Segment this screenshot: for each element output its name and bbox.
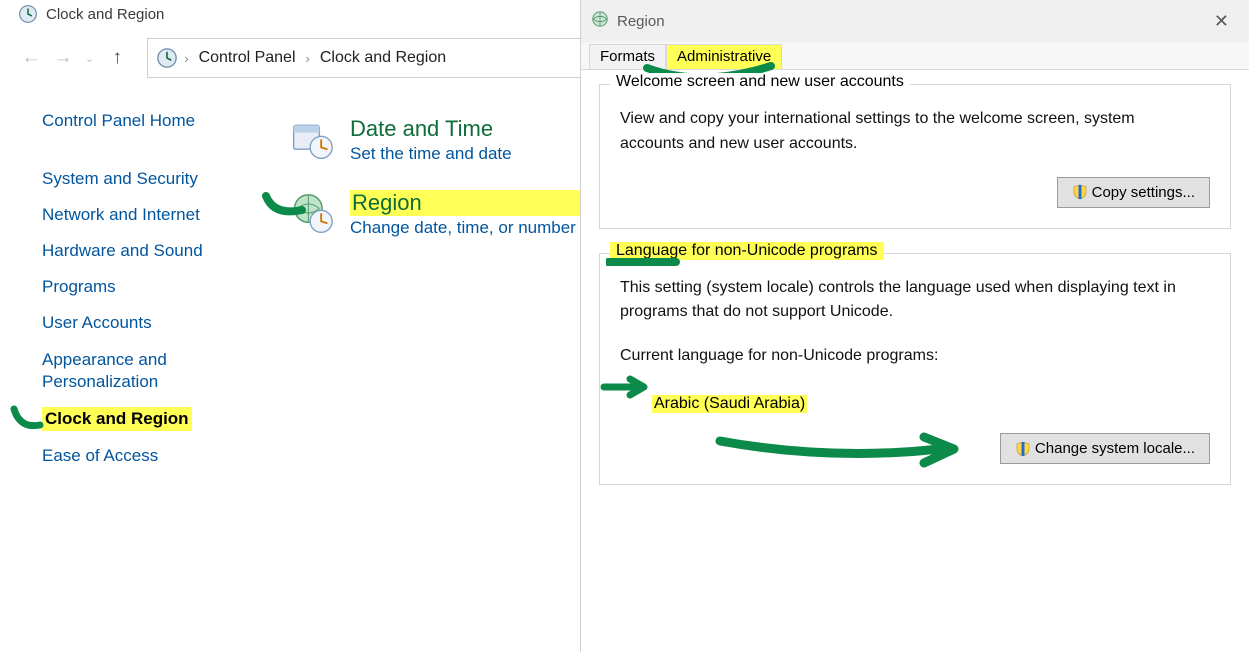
dialog-titlebar: Region ✕ <box>581 0 1249 42</box>
close-button[interactable]: ✕ <box>1206 7 1237 36</box>
clock-icon <box>18 4 38 24</box>
globe-icon <box>591 10 609 32</box>
current-locale-value: Arabic (Saudi Arabia) <box>652 395 807 413</box>
cp-window-title: Clock and Region <box>46 6 164 23</box>
clock-icon <box>156 47 178 69</box>
sidebar-item-network[interactable]: Network and Internet <box>42 204 290 226</box>
calendar-clock-icon <box>290 118 334 162</box>
breadcrumb-item[interactable]: Control Panel <box>195 43 300 73</box>
group-non-unicode: Language for non-Unicode programs This s… <box>599 253 1231 486</box>
sidebar-item-appearance[interactable]: Appearance and Personalization <box>42 349 222 393</box>
nav-history-caret[interactable]: ⌄ <box>82 52 97 65</box>
change-system-locale-button[interactable]: Change system locale... <box>1000 433 1210 464</box>
group-description: This setting (system locale) controls th… <box>620 276 1180 326</box>
button-label: Change system locale... <box>1035 440 1195 457</box>
uac-shield-icon <box>1015 441 1031 457</box>
nav-forward-button[interactable]: → <box>50 45 76 71</box>
sidebar-item-system-security[interactable]: System and Security <box>42 168 290 190</box>
group-legend: Welcome screen and new user accounts <box>610 73 910 91</box>
group-legend: Language for non-Unicode programs <box>610 242 884 260</box>
sidebar-item-clock-region[interactable]: Clock and Region <box>42 407 192 431</box>
group-welcome-screen: Welcome screen and new user accounts Vie… <box>599 84 1231 229</box>
group-description: View and copy your international setting… <box>620 107 1180 157</box>
item-title[interactable]: Date and Time <box>350 116 512 142</box>
chevron-right-icon: › <box>184 51 188 66</box>
locale-sublabel: Current language for non-Unicode program… <box>620 347 1210 365</box>
copy-settings-button[interactable]: Copy settings... <box>1057 177 1210 208</box>
sidebar-item-hardware[interactable]: Hardware and Sound <box>42 240 290 262</box>
breadcrumb-item[interactable]: Clock and Region <box>316 43 450 73</box>
sidebar-item-ease[interactable]: Ease of Access <box>42 445 290 467</box>
sidebar-item-programs[interactable]: Programs <box>42 276 290 298</box>
uac-shield-icon <box>1072 184 1088 200</box>
tab-administrative[interactable]: Administrative <box>666 44 782 69</box>
sidebar: Control Panel Home System and Security N… <box>0 110 290 467</box>
nav-up-button[interactable]: ↑ <box>103 44 131 72</box>
region-dialog: Region ✕ Formats Administrative Welcome … <box>580 0 1249 652</box>
tab-panel-administrative: Welcome screen and new user accounts Vie… <box>581 70 1249 652</box>
sidebar-item-users[interactable]: User Accounts <box>42 312 290 334</box>
chevron-right-icon: › <box>306 51 310 66</box>
nav-back-button[interactable]: ← <box>18 45 44 71</box>
tabstrip: Formats Administrative <box>581 42 1249 70</box>
globe-clock-icon <box>290 192 334 236</box>
dialog-title: Region <box>617 13 665 30</box>
button-label: Copy settings... <box>1092 184 1195 201</box>
tab-formats[interactable]: Formats <box>589 44 666 69</box>
sidebar-home[interactable]: Control Panel Home <box>42 110 290 132</box>
item-sublink[interactable]: Set the time and date <box>350 144 512 164</box>
